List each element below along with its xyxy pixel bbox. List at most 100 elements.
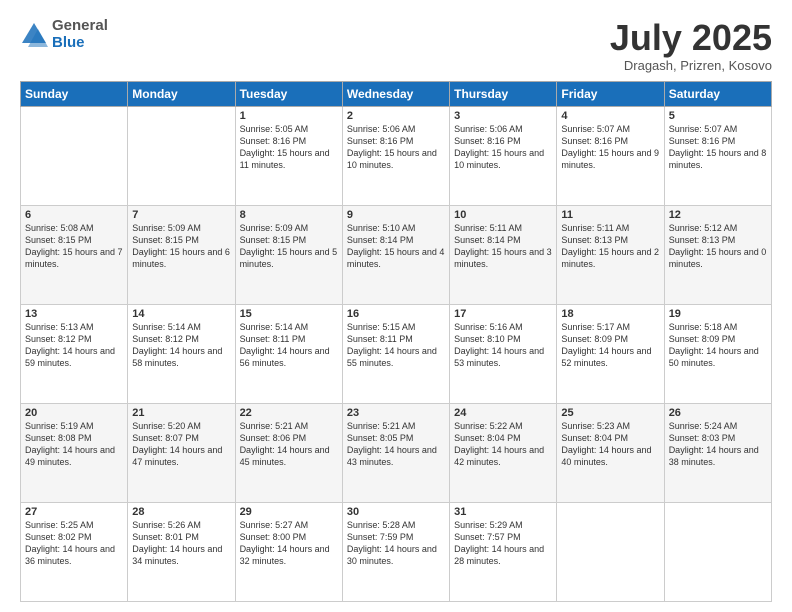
calendar-cell: [21, 106, 128, 205]
day-info: Sunrise: 5:17 AMSunset: 8:09 PMDaylight:…: [561, 321, 659, 370]
day-info: Sunrise: 5:10 AMSunset: 8:14 PMDaylight:…: [347, 222, 445, 271]
day-info: Sunrise: 5:11 AMSunset: 8:14 PMDaylight:…: [454, 222, 552, 271]
day-info: Sunrise: 5:20 AMSunset: 8:07 PMDaylight:…: [132, 420, 230, 469]
day-number: 26: [669, 407, 767, 419]
day-info: Sunrise: 5:25 AMSunset: 8:02 PMDaylight:…: [25, 519, 123, 568]
calendar-cell: 30Sunrise: 5:28 AMSunset: 7:59 PMDayligh…: [342, 502, 449, 601]
day-number: 11: [561, 209, 659, 221]
calendar-cell: 14Sunrise: 5:14 AMSunset: 8:12 PMDayligh…: [128, 304, 235, 403]
calendar-cell: 19Sunrise: 5:18 AMSunset: 8:09 PMDayligh…: [664, 304, 771, 403]
day-info: Sunrise: 5:08 AMSunset: 8:15 PMDaylight:…: [25, 222, 123, 271]
day-number: 18: [561, 308, 659, 320]
page: General Blue July 2025 Dragash, Prizren,…: [0, 0, 792, 612]
logo-blue: Blue: [52, 34, 85, 51]
day-number: 29: [240, 506, 338, 518]
weekday-header-monday: Monday: [128, 81, 235, 106]
calendar-cell: 10Sunrise: 5:11 AMSunset: 8:14 PMDayligh…: [450, 205, 557, 304]
day-info: Sunrise: 5:18 AMSunset: 8:09 PMDaylight:…: [669, 321, 767, 370]
day-info: Sunrise: 5:28 AMSunset: 7:59 PMDaylight:…: [347, 519, 445, 568]
day-number: 31: [454, 506, 552, 518]
day-number: 19: [669, 308, 767, 320]
logo-general: General: [52, 17, 108, 34]
calendar-cell: 2Sunrise: 5:06 AMSunset: 8:16 PMDaylight…: [342, 106, 449, 205]
day-number: 1: [240, 110, 338, 122]
day-info: Sunrise: 5:12 AMSunset: 8:13 PMDaylight:…: [669, 222, 767, 271]
day-number: 28: [132, 506, 230, 518]
calendar-cell: 3Sunrise: 5:06 AMSunset: 8:16 PMDaylight…: [450, 106, 557, 205]
calendar-week-row: 6Sunrise: 5:08 AMSunset: 8:15 PMDaylight…: [21, 205, 772, 304]
day-number: 4: [561, 110, 659, 122]
day-number: 9: [347, 209, 445, 221]
day-info: Sunrise: 5:16 AMSunset: 8:10 PMDaylight:…: [454, 321, 552, 370]
day-info: Sunrise: 5:09 AMSunset: 8:15 PMDaylight:…: [132, 222, 230, 271]
month-title: July 2025: [610, 18, 772, 58]
weekday-header-row: SundayMondayTuesdayWednesdayThursdayFrid…: [21, 81, 772, 106]
day-info: Sunrise: 5:24 AMSunset: 8:03 PMDaylight:…: [669, 420, 767, 469]
calendar-cell: 21Sunrise: 5:20 AMSunset: 8:07 PMDayligh…: [128, 403, 235, 502]
day-number: 7: [132, 209, 230, 221]
day-number: 16: [347, 308, 445, 320]
day-number: 24: [454, 407, 552, 419]
day-number: 25: [561, 407, 659, 419]
day-info: Sunrise: 5:15 AMSunset: 8:11 PMDaylight:…: [347, 321, 445, 370]
calendar-cell: 16Sunrise: 5:15 AMSunset: 8:11 PMDayligh…: [342, 304, 449, 403]
calendar-cell: 11Sunrise: 5:11 AMSunset: 8:13 PMDayligh…: [557, 205, 664, 304]
day-info: Sunrise: 5:19 AMSunset: 8:08 PMDaylight:…: [25, 420, 123, 469]
day-info: Sunrise: 5:13 AMSunset: 8:12 PMDaylight:…: [25, 321, 123, 370]
day-number: 20: [25, 407, 123, 419]
day-number: 21: [132, 407, 230, 419]
calendar-cell: 28Sunrise: 5:26 AMSunset: 8:01 PMDayligh…: [128, 502, 235, 601]
calendar-cell: 29Sunrise: 5:27 AMSunset: 8:00 PMDayligh…: [235, 502, 342, 601]
day-info: Sunrise: 5:29 AMSunset: 7:57 PMDaylight:…: [454, 519, 552, 568]
day-number: 5: [669, 110, 767, 122]
day-info: Sunrise: 5:06 AMSunset: 8:16 PMDaylight:…: [347, 123, 445, 172]
day-info: Sunrise: 5:14 AMSunset: 8:11 PMDaylight:…: [240, 321, 338, 370]
location-subtitle: Dragash, Prizren, Kosovo: [610, 58, 772, 73]
day-info: Sunrise: 5:05 AMSunset: 8:16 PMDaylight:…: [240, 123, 338, 172]
calendar-cell: 13Sunrise: 5:13 AMSunset: 8:12 PMDayligh…: [21, 304, 128, 403]
header: General Blue July 2025 Dragash, Prizren,…: [20, 18, 772, 73]
calendar-cell: 9Sunrise: 5:10 AMSunset: 8:14 PMDaylight…: [342, 205, 449, 304]
day-number: 23: [347, 407, 445, 419]
day-number: 10: [454, 209, 552, 221]
day-number: 30: [347, 506, 445, 518]
calendar-cell: 18Sunrise: 5:17 AMSunset: 8:09 PMDayligh…: [557, 304, 664, 403]
calendar-week-row: 13Sunrise: 5:13 AMSunset: 8:12 PMDayligh…: [21, 304, 772, 403]
day-info: Sunrise: 5:11 AMSunset: 8:13 PMDaylight:…: [561, 222, 659, 271]
calendar-cell: 5Sunrise: 5:07 AMSunset: 8:16 PMDaylight…: [664, 106, 771, 205]
title-block: July 2025 Dragash, Prizren, Kosovo: [610, 18, 772, 73]
calendar-cell: 7Sunrise: 5:09 AMSunset: 8:15 PMDaylight…: [128, 205, 235, 304]
day-info: Sunrise: 5:14 AMSunset: 8:12 PMDaylight:…: [132, 321, 230, 370]
day-number: 8: [240, 209, 338, 221]
calendar-cell: 22Sunrise: 5:21 AMSunset: 8:06 PMDayligh…: [235, 403, 342, 502]
day-info: Sunrise: 5:07 AMSunset: 8:16 PMDaylight:…: [669, 123, 767, 172]
day-info: Sunrise: 5:09 AMSunset: 8:15 PMDaylight:…: [240, 222, 338, 271]
calendar-cell: 26Sunrise: 5:24 AMSunset: 8:03 PMDayligh…: [664, 403, 771, 502]
calendar-cell: 8Sunrise: 5:09 AMSunset: 8:15 PMDaylight…: [235, 205, 342, 304]
day-number: 15: [240, 308, 338, 320]
calendar-cell: 15Sunrise: 5:14 AMSunset: 8:11 PMDayligh…: [235, 304, 342, 403]
calendar-cell: 23Sunrise: 5:21 AMSunset: 8:05 PMDayligh…: [342, 403, 449, 502]
calendar-week-row: 1Sunrise: 5:05 AMSunset: 8:16 PMDaylight…: [21, 106, 772, 205]
calendar-week-row: 27Sunrise: 5:25 AMSunset: 8:02 PMDayligh…: [21, 502, 772, 601]
day-number: 6: [25, 209, 123, 221]
weekday-header-friday: Friday: [557, 81, 664, 106]
day-info: Sunrise: 5:21 AMSunset: 8:05 PMDaylight:…: [347, 420, 445, 469]
weekday-header-wednesday: Wednesday: [342, 81, 449, 106]
day-number: 13: [25, 308, 123, 320]
calendar-cell: 1Sunrise: 5:05 AMSunset: 8:16 PMDaylight…: [235, 106, 342, 205]
calendar-cell: [557, 502, 664, 601]
day-info: Sunrise: 5:06 AMSunset: 8:16 PMDaylight:…: [454, 123, 552, 172]
day-info: Sunrise: 5:22 AMSunset: 8:04 PMDaylight:…: [454, 420, 552, 469]
day-number: 17: [454, 308, 552, 320]
calendar-cell: 17Sunrise: 5:16 AMSunset: 8:10 PMDayligh…: [450, 304, 557, 403]
day-number: 12: [669, 209, 767, 221]
calendar-table: SundayMondayTuesdayWednesdayThursdayFrid…: [20, 81, 772, 602]
calendar-cell: 27Sunrise: 5:25 AMSunset: 8:02 PMDayligh…: [21, 502, 128, 601]
calendar-cell: 6Sunrise: 5:08 AMSunset: 8:15 PMDaylight…: [21, 205, 128, 304]
logo-text: General Blue: [52, 18, 108, 51]
day-number: 14: [132, 308, 230, 320]
day-number: 22: [240, 407, 338, 419]
weekday-header-tuesday: Tuesday: [235, 81, 342, 106]
day-number: 27: [25, 506, 123, 518]
